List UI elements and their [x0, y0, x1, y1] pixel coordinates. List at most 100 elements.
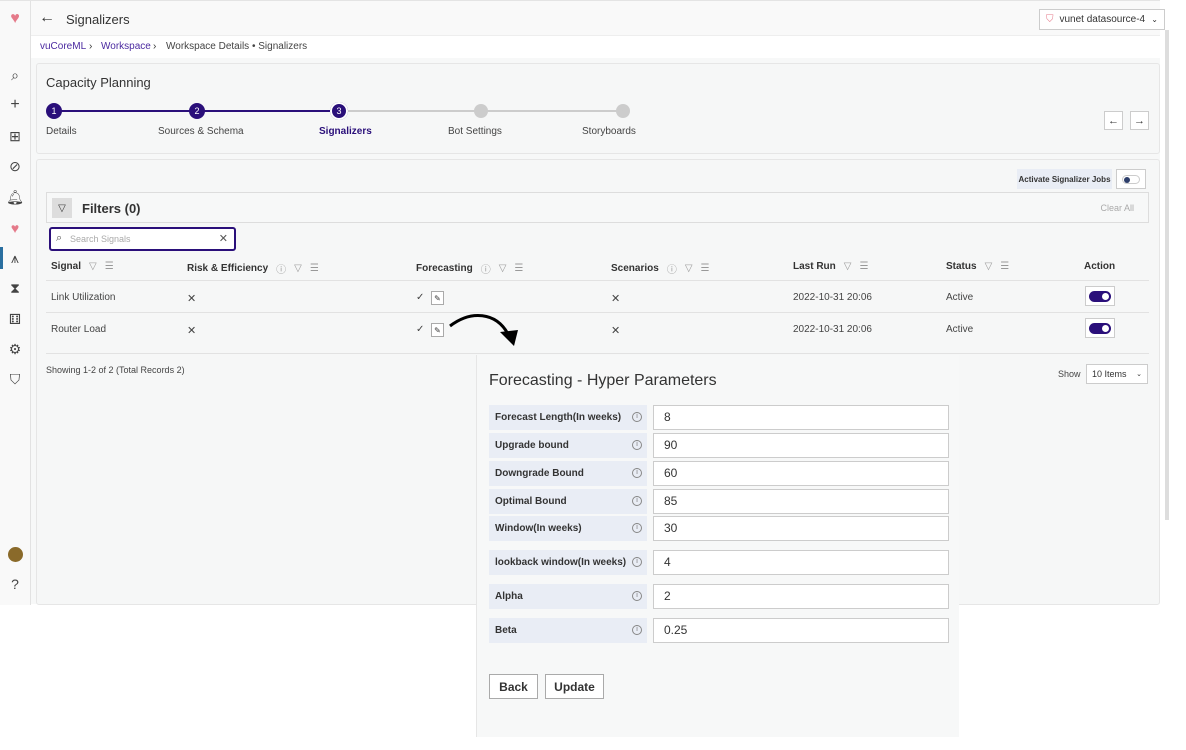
top-bar: ← Signalizers ⛉ vunet datasource-4 ⌄ — [31, 1, 1165, 36]
step-label: Sources & Schema — [158, 126, 244, 137]
param-row: Alpha i 2 — [489, 584, 949, 609]
param-row: lookback window(In weeks) i 4 — [489, 550, 949, 575]
info-icon[interactable]: i — [632, 625, 642, 635]
search-input[interactable]: ⌕ Search Signals ✕ — [49, 227, 236, 251]
column-label: Signal — [51, 261, 82, 272]
filter-icon[interactable]: ▽ — [685, 263, 693, 274]
param-label: Optimal Bound — [489, 489, 647, 514]
page-size-select[interactable]: 10 Items ⌄ — [1086, 364, 1148, 384]
filter-icon[interactable]: ▽ — [89, 261, 97, 272]
antenna-icon[interactable]: ⩚ — [6, 249, 24, 267]
datasource-label: vunet datasource-4 — [1059, 14, 1146, 25]
sort-icon[interactable]: ☰ — [859, 261, 868, 272]
param-input[interactable]: 4 — [653, 550, 949, 575]
compass-icon[interactable]: ⊘ — [6, 157, 24, 175]
hourglass-icon[interactable]: ⧗ — [6, 279, 24, 297]
column-status[interactable]: Status ▽ ☰ — [946, 261, 1009, 272]
info-icon[interactable]: ⓘ — [667, 261, 677, 276]
search-icon[interactable]: ⌕ — [6, 66, 24, 84]
back-button[interactable]: Back — [489, 674, 538, 699]
param-input[interactable]: 60 — [653, 461, 949, 486]
breadcrumb-workspace[interactable]: Workspace — [101, 41, 151, 52]
next-step-button[interactable]: → — [1130, 111, 1149, 130]
info-icon[interactable]: i — [632, 440, 642, 450]
prev-step-button[interactable]: ← — [1104, 111, 1123, 130]
edit-forecast-button[interactable]: ✎ — [431, 291, 444, 305]
info-icon[interactable]: i — [632, 591, 642, 601]
gear-icon[interactable]: ⚙ — [6, 340, 24, 358]
scrollbar[interactable] — [1165, 30, 1169, 520]
param-input[interactable]: 8 — [653, 405, 949, 430]
step-3[interactable]: 3 — [330, 102, 348, 120]
step-2[interactable]: 2 — [189, 103, 205, 119]
column-risk[interactable]: Risk & Efficiency ⓘ ▽ ☰ — [187, 261, 319, 276]
column-label: Status — [946, 261, 977, 272]
param-input[interactable]: 30 — [653, 516, 949, 541]
edit-forecast-button[interactable]: ✎ — [431, 323, 444, 337]
page-title: Signalizers — [66, 12, 130, 27]
step-4[interactable]: 4 — [474, 104, 488, 118]
filter-icon[interactable]: ▽ — [985, 261, 993, 272]
breadcrumb-root[interactable]: vuCoreML — [40, 41, 86, 52]
curved-arrow-icon — [449, 314, 518, 346]
filter-icon[interactable]: ▽ — [294, 263, 302, 274]
column-last-run[interactable]: Last Run ▽ ☰ — [793, 261, 868, 272]
help-icon[interactable]: ? — [6, 575, 24, 593]
clear-all-button[interactable]: Clear All — [1100, 203, 1134, 213]
avatar[interactable] — [8, 547, 23, 562]
column-scenarios[interactable]: Scenarios ⓘ ▽ ☰ — [611, 261, 709, 276]
sort-icon[interactable]: ☰ — [701, 263, 710, 274]
filters-title: Filters (0) — [82, 201, 141, 216]
column-label: Risk & Efficiency — [187, 263, 269, 274]
filter-icon[interactable]: ▽ — [844, 261, 852, 272]
search-placeholder: Search Signals — [70, 234, 131, 244]
param-input[interactable]: 0.25 — [653, 618, 949, 643]
param-input[interactable]: 90 — [653, 433, 949, 458]
bell-icon[interactable]: 🔔︎ — [6, 188, 24, 206]
signal-toggle[interactable] — [1085, 318, 1115, 338]
column-label: Scenarios — [611, 263, 659, 274]
sort-icon[interactable]: ☰ — [105, 261, 114, 272]
vunet-icon[interactable]: ♥ — [6, 219, 24, 237]
info-icon[interactable]: i — [632, 468, 642, 478]
dice-icon[interactable]: ⚅ — [6, 310, 24, 328]
update-button[interactable]: Update — [545, 674, 604, 699]
sort-icon[interactable]: ☰ — [514, 263, 523, 274]
info-icon[interactable]: i — [632, 496, 642, 506]
column-forecasting[interactable]: Forecasting ⓘ ▽ ☰ — [416, 261, 523, 276]
clear-search-icon[interactable]: ✕ — [219, 232, 228, 245]
param-row: Optimal Bound i 85 — [489, 489, 949, 514]
plus-icon[interactable]: + — [6, 96, 24, 114]
info-icon[interactable]: i — [632, 557, 642, 567]
info-icon[interactable]: i — [632, 523, 642, 533]
column-label: Action — [1084, 261, 1116, 272]
filter-icon[interactable]: ▽ — [499, 263, 507, 274]
param-row: Forecast Length(In weeks) i 8 — [489, 405, 949, 430]
last-run: 2022-10-31 20:06 — [793, 292, 872, 303]
param-label: lookback window(In weeks) — [489, 550, 647, 575]
sort-icon[interactable]: ☰ — [1000, 261, 1009, 272]
signal-toggle[interactable] — [1085, 286, 1115, 306]
divider — [46, 280, 1149, 281]
back-arrow-icon[interactable]: ← — [39, 9, 55, 27]
activate-jobs-toggle[interactable] — [1116, 169, 1146, 189]
info-icon[interactable]: ⓘ — [481, 261, 491, 276]
info-icon[interactable]: ⓘ — [276, 261, 286, 276]
step-5[interactable]: 5 — [616, 104, 630, 118]
shield-icon[interactable]: ⛉ — [6, 370, 24, 388]
step-1[interactable]: 1 — [46, 103, 62, 119]
step-label: Details — [46, 126, 77, 137]
param-input[interactable]: 85 — [653, 489, 949, 514]
logo-icon: ♥ — [10, 10, 20, 27]
param-input[interactable]: 2 — [653, 584, 949, 609]
sort-icon[interactable]: ☰ — [310, 263, 319, 274]
filter-icon[interactable]: ▽ — [52, 198, 72, 218]
column-signal[interactable]: Signal ▽ ☰ — [51, 261, 114, 272]
datasource-select[interactable]: ⛉ vunet datasource-4 ⌄ — [1039, 9, 1165, 30]
param-row: Beta i 0.25 — [489, 618, 949, 643]
info-icon[interactable]: i — [632, 412, 642, 422]
grid-icon[interactable]: ⊞ — [6, 127, 24, 145]
param-label: Downgrade Bound — [489, 461, 647, 486]
divider — [46, 312, 1149, 313]
risk-cross-icon: ✕ — [187, 325, 197, 337]
